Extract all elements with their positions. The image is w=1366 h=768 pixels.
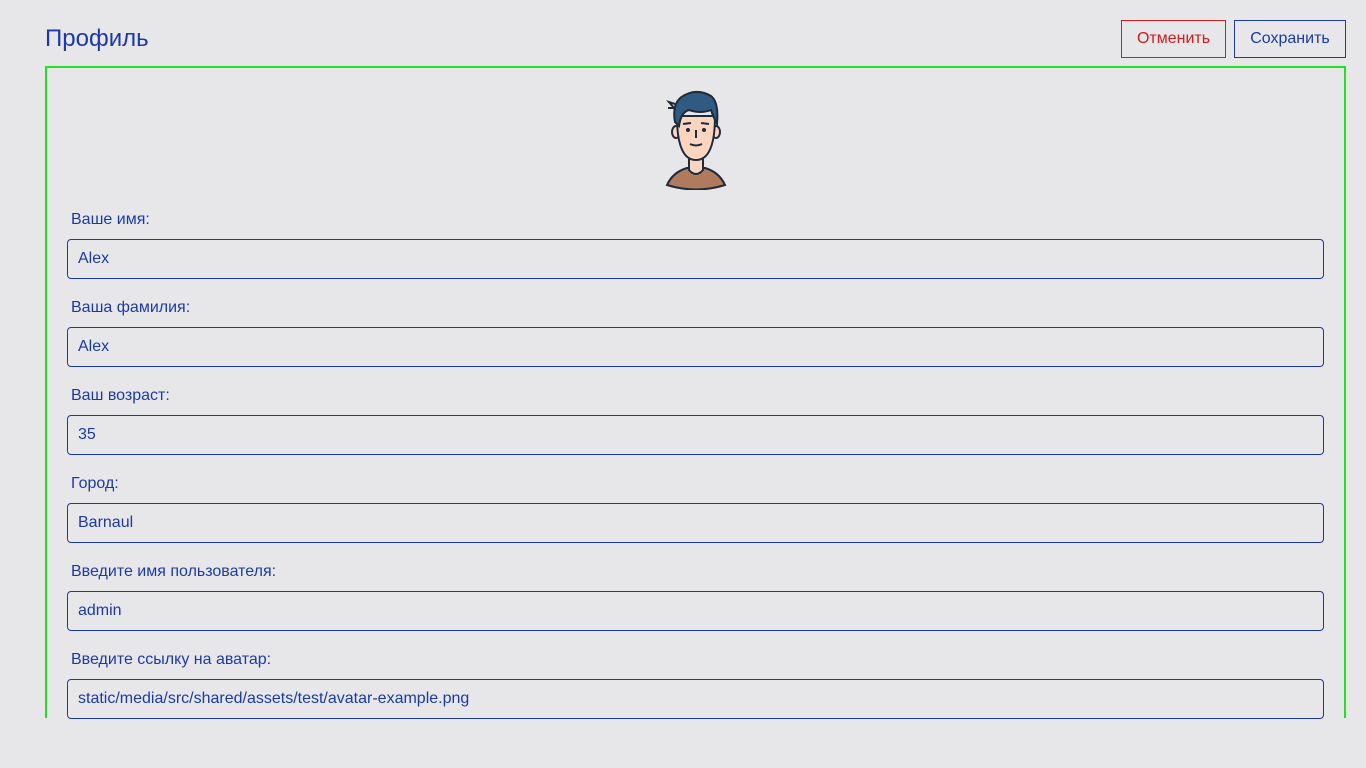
username-label: Введите имя пользователя: xyxy=(71,563,277,580)
avatar-url-field: Введите ссылку на аватар: xyxy=(67,650,1324,719)
first-name-field: Ваше имя: xyxy=(67,210,1324,279)
avatar-url-label: Введите ссылку на аватар: xyxy=(71,651,272,668)
page-title: Профиль xyxy=(45,25,149,52)
cancel-button[interactable]: Отменить xyxy=(1121,20,1226,58)
save-button[interactable]: Сохранить xyxy=(1234,20,1346,58)
age-field: Ваш возраст: xyxy=(67,386,1324,455)
avatar-icon xyxy=(665,90,727,191)
first-name-label: Ваше имя: xyxy=(71,211,150,228)
last-name-field: Ваша фамилия: xyxy=(67,298,1324,367)
avatar-url-input[interactable] xyxy=(67,679,1324,719)
city-input[interactable] xyxy=(67,503,1324,543)
profile-card: Ваше имя: Ваша фамилия: Ваш возраст: Гор… xyxy=(45,66,1346,719)
age-label: Ваш возраст: xyxy=(71,387,170,404)
avatar xyxy=(661,86,731,191)
username-field: Введите имя пользователя: xyxy=(67,562,1324,631)
page-header: Профиль Отменить Сохранить xyxy=(45,20,1346,58)
username-input[interactable] xyxy=(67,591,1324,631)
city-field: Город: xyxy=(67,474,1324,543)
last-name-label: Ваша фамилия: xyxy=(71,299,191,316)
age-input[interactable] xyxy=(67,415,1324,455)
first-name-input[interactable] xyxy=(67,239,1324,279)
last-name-input[interactable] xyxy=(67,327,1324,367)
city-label: Город: xyxy=(71,475,119,492)
